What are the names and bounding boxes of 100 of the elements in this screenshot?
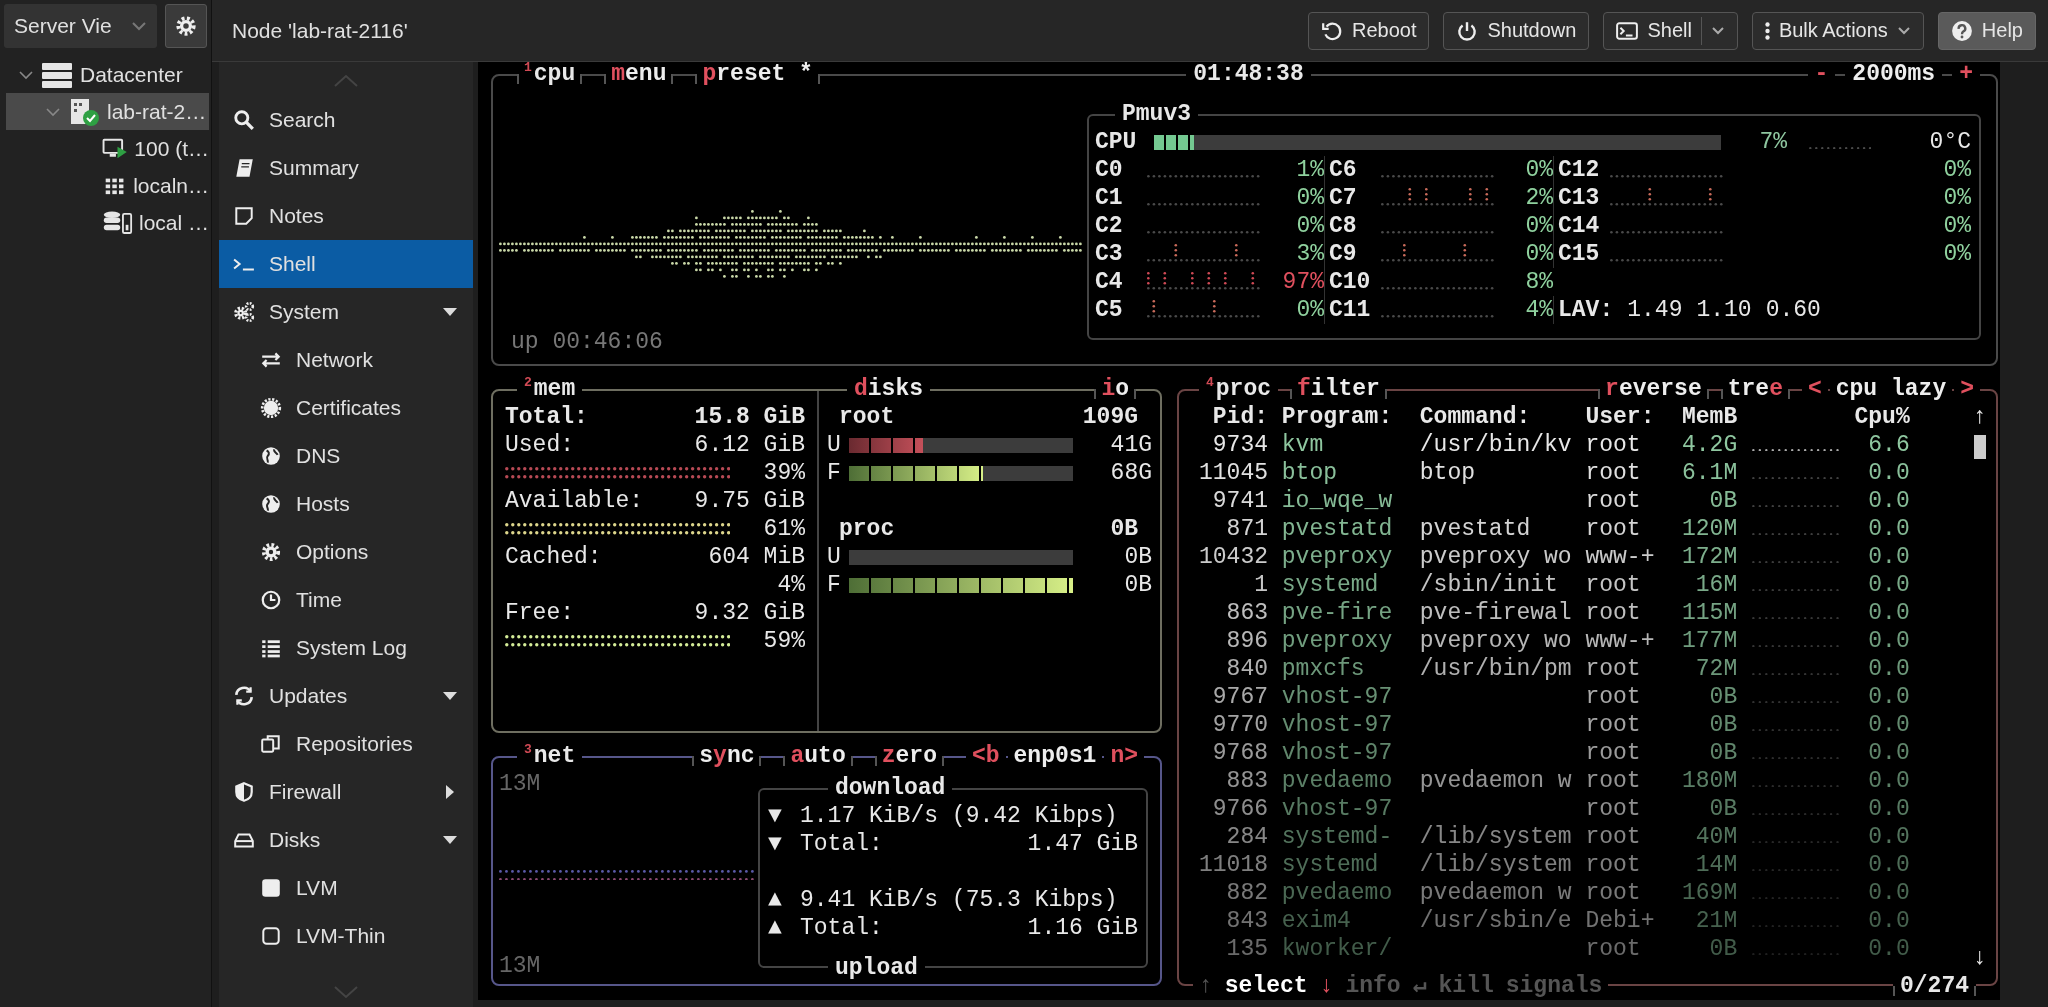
toolbar-button[interactable]: Shutdown: [1443, 11, 1590, 50]
column-header[interactable]: MemB: [1668, 403, 1738, 431]
column-header[interactable]: Program:: [1281, 403, 1406, 431]
clock-icon: [260, 589, 282, 611]
table-cell-text: 0B: [1708, 935, 1738, 963]
disk-value: 41G: [1110, 431, 1152, 459]
table-cell-text: 169M: [1681, 879, 1738, 907]
nav-item[interactable]: Options: [219, 528, 473, 576]
table-cell-text: 0.0: [1867, 627, 1910, 655]
table-cell-text: pvestatd: [1419, 515, 1532, 543]
down-arrow: ▼: [768, 830, 783, 858]
table-cell-text: 284: [1225, 823, 1268, 851]
scroll-up-arrow[interactable]: ↑: [1973, 403, 1987, 431]
uptime: up 00:46:06: [510, 328, 664, 356]
toolbar-button[interactable]: Shell: [1603, 11, 1738, 50]
memory-percent: 59%: [763, 627, 805, 655]
total-label: Total:: [800, 830, 883, 858]
nav-item[interactable]: Shell: [219, 240, 473, 288]
nav-item[interactable]: System: [219, 288, 473, 336]
sort-selector[interactable]: cpu lazy: [1829, 375, 1953, 403]
core-percent: 3%: [1295, 240, 1324, 268]
table-cell-text: io_wqe_w: [1281, 487, 1394, 515]
table-cell: 11045: [1199, 459, 1268, 487]
table-cell-text: pveproxy: [1281, 543, 1394, 571]
table-cell: /usr/bin/kv: [1419, 431, 1572, 459]
core-label: C15: [1558, 240, 1601, 268]
tree-item[interactable]: Datacenter: [6, 56, 209, 93]
caret-icon: [1710, 25, 1725, 36]
table-cell-text: root: [1585, 655, 1642, 683]
nav-item[interactable]: Hosts: [219, 480, 473, 528]
nav-item[interactable]: Updates: [219, 672, 473, 720]
column-header[interactable]: User:: [1585, 403, 1655, 431]
table-cell-text: pmxcfs: [1281, 655, 1366, 683]
table-cell-text: 135: [1225, 935, 1268, 963]
scrollbar-thumb[interactable]: [1974, 435, 1986, 459]
nav-item[interactable]: System Log: [219, 624, 473, 672]
table-cell-text: 0.0: [1867, 459, 1910, 487]
tree-item[interactable]: lab-rat-2…: [6, 93, 209, 130]
core-label: C4: [1095, 268, 1124, 296]
table-cell-text: 1: [1253, 571, 1268, 599]
nav-item[interactable]: Repositories: [219, 720, 473, 768]
table-cell-text: 9768: [1211, 739, 1268, 767]
toolbar-button[interactable]: Bulk Actions: [1751, 11, 1924, 50]
view-selector[interactable]: Server Vie: [4, 4, 158, 48]
settings-button[interactable]: [165, 4, 207, 48]
memory-label: Used:: [505, 431, 574, 459]
table-cell-text: 871: [1225, 515, 1268, 543]
core-label: C13: [1558, 184, 1601, 212]
core-label: C11: [1329, 296, 1372, 324]
terminal-icon: [1616, 19, 1639, 42]
table-cell-text: 0.0: [1867, 683, 1910, 711]
table-cell-text: root: [1585, 571, 1642, 599]
table-cell-text: 883: [1225, 767, 1268, 795]
nav-item[interactable]: LVM: [219, 864, 473, 912]
more-icon: [1764, 21, 1770, 40]
cpu-sparkline: [1809, 146, 1872, 149]
table-cell-text: pveproxy: [1281, 627, 1394, 655]
nav-item[interactable]: Search: [219, 96, 473, 144]
table-cell-text: kworker/: [1281, 935, 1394, 963]
nav-item[interactable]: Network: [219, 336, 473, 384]
menu-option[interactable]: preset *: [695, 62, 820, 88]
nav-item[interactable]: LVM-Thin: [219, 912, 473, 960]
nav-item[interactable]: DNS: [219, 432, 473, 480]
memory-label: Available:: [505, 487, 644, 515]
memory-percent: 4%: [777, 571, 805, 599]
core-percent: 1%: [1295, 156, 1324, 184]
column-header[interactable]: Command:: [1419, 403, 1572, 431]
tree-item[interactable]: localn…: [6, 167, 209, 204]
column-header[interactable]: Cpu%: [1854, 403, 1910, 431]
memory-label: Free:: [505, 599, 574, 627]
book-icon: [233, 157, 255, 179]
table-cell-text: btop: [1419, 459, 1477, 487]
tree-item[interactable]: 100 (t…: [6, 130, 209, 167]
table-cell-text: systemd-: [1281, 823, 1394, 851]
table-cell: /lib/system: [1419, 823, 1572, 851]
nav-item[interactable]: Certificates: [219, 384, 473, 432]
toolbar-button[interactable]: Reboot: [1307, 11, 1430, 50]
table-cell-text: 14M: [1694, 851, 1738, 879]
core-label: C5: [1095, 296, 1124, 324]
table-cell-text: 9770: [1211, 711, 1268, 739]
table-cell: /usr/bin/pm: [1419, 655, 1572, 683]
help-button[interactable]: Help: [1937, 11, 2036, 50]
table-cell: pve-firewal: [1419, 599, 1572, 627]
nav-item[interactable]: Firewall: [219, 768, 473, 816]
core-percent: 0%: [1295, 212, 1324, 240]
up-arrow: ▲: [768, 914, 783, 942]
square-icon: [260, 877, 282, 899]
nav-item[interactable]: Notes: [219, 192, 473, 240]
table-cell: Debi+: [1585, 907, 1655, 935]
table-cell-text: 0.0: [1867, 795, 1910, 823]
nav-item[interactable]: Summary: [219, 144, 473, 192]
table-cell-text: 0.0: [1867, 599, 1910, 627]
disk-name: root: [839, 403, 895, 431]
table-cell: 10432: [1199, 543, 1268, 571]
load-value: 0.60: [1765, 296, 1821, 324]
scroll-down-arrow[interactable]: ↓: [1973, 944, 1987, 972]
column-header[interactable]: Pid:: [1199, 403, 1268, 431]
nav-item[interactable]: Time: [219, 576, 473, 624]
nav-item[interactable]: Disks: [219, 816, 473, 864]
tree-item[interactable]: local …: [6, 204, 209, 241]
